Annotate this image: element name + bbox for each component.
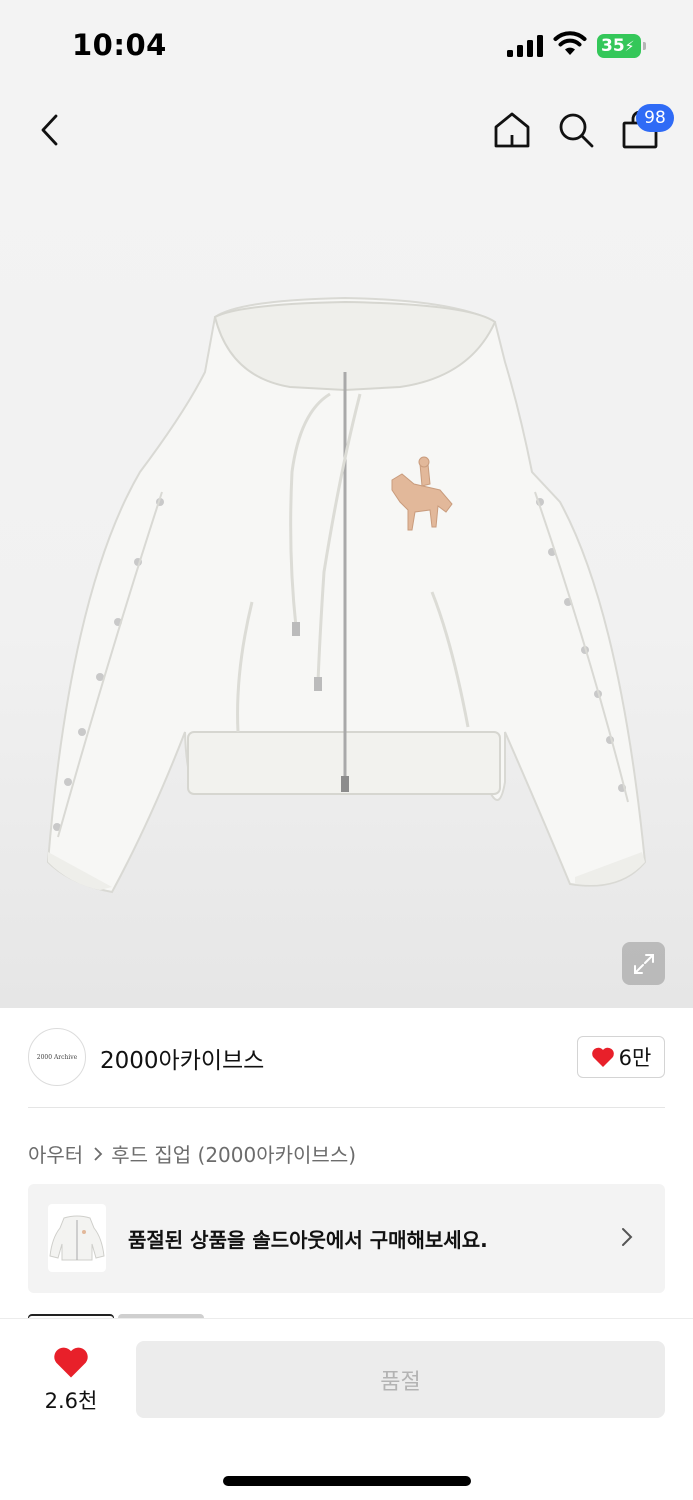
heart-icon [591, 1047, 614, 1067]
cart-count-badge: 98 [636, 104, 674, 132]
home-button[interactable] [488, 92, 536, 168]
soldout-banner-text: 품절된 상품을 솔드아웃에서 구매해보세요. [128, 1228, 488, 1252]
back-chevron-icon [41, 114, 58, 146]
expand-arrows-icon [633, 953, 654, 974]
brand-name[interactable]: 2000아카이브스 [100, 1041, 264, 1075]
battery-charging-icon: 35⚡ [597, 34, 647, 58]
wishlist-button[interactable]: 2.6천 [28, 1345, 114, 1415]
charging-bolt-icon: ⚡ [624, 39, 635, 55]
wishlist-count: 2.6천 [44, 1389, 98, 1413]
breadcrumb: 아우터 후드 집업 (2000아카이브스) [28, 1139, 356, 1168]
battery-level: 35 [601, 36, 625, 56]
soldout-button[interactable]: 품절 [136, 1341, 665, 1418]
top-navigation [0, 92, 693, 172]
breadcrumb-subcategory[interactable]: 후드 집업 (2000아카이브스) [111, 1139, 356, 1168]
status-bar: 10:04 35⚡ [0, 0, 693, 92]
heart-icon [54, 1347, 88, 1378]
brand-logo-text: 2000 Archive [36, 1053, 78, 1061]
soldout-banner[interactable]: 품절된 상품을 솔드아웃에서 구매해보세요. [28, 1184, 665, 1293]
search-icon [559, 113, 594, 148]
wifi-icon [553, 31, 587, 55]
home-indicator[interactable] [223, 1476, 471, 1486]
search-button[interactable] [552, 92, 600, 168]
back-button[interactable] [28, 92, 72, 168]
expand-image-button[interactable] [622, 942, 665, 985]
brand-like-count: 6만 [618, 1046, 652, 1070]
bottom-action-bar: 2.6천 품절 [0, 1318, 693, 1500]
chevron-right-icon [93, 1146, 103, 1162]
divider [28, 1107, 665, 1108]
status-time: 10:04 [72, 28, 167, 62]
breadcrumb-category[interactable]: 아우터 [28, 1139, 83, 1168]
brand-logo[interactable]: 2000 Archive [28, 1028, 86, 1086]
brand-like-button[interactable]: 6만 [577, 1036, 665, 1078]
hoodie-image [46, 296, 647, 894]
banner-product-thumbnail [48, 1204, 106, 1272]
product-image[interactable] [0, 172, 693, 1008]
home-icon [494, 112, 530, 148]
cellular-signal-icon [507, 35, 543, 57]
brand-row[interactable]: 2000 Archive 2000아카이브스 6만 [28, 1028, 665, 1086]
chevron-right-icon [622, 1228, 633, 1246]
